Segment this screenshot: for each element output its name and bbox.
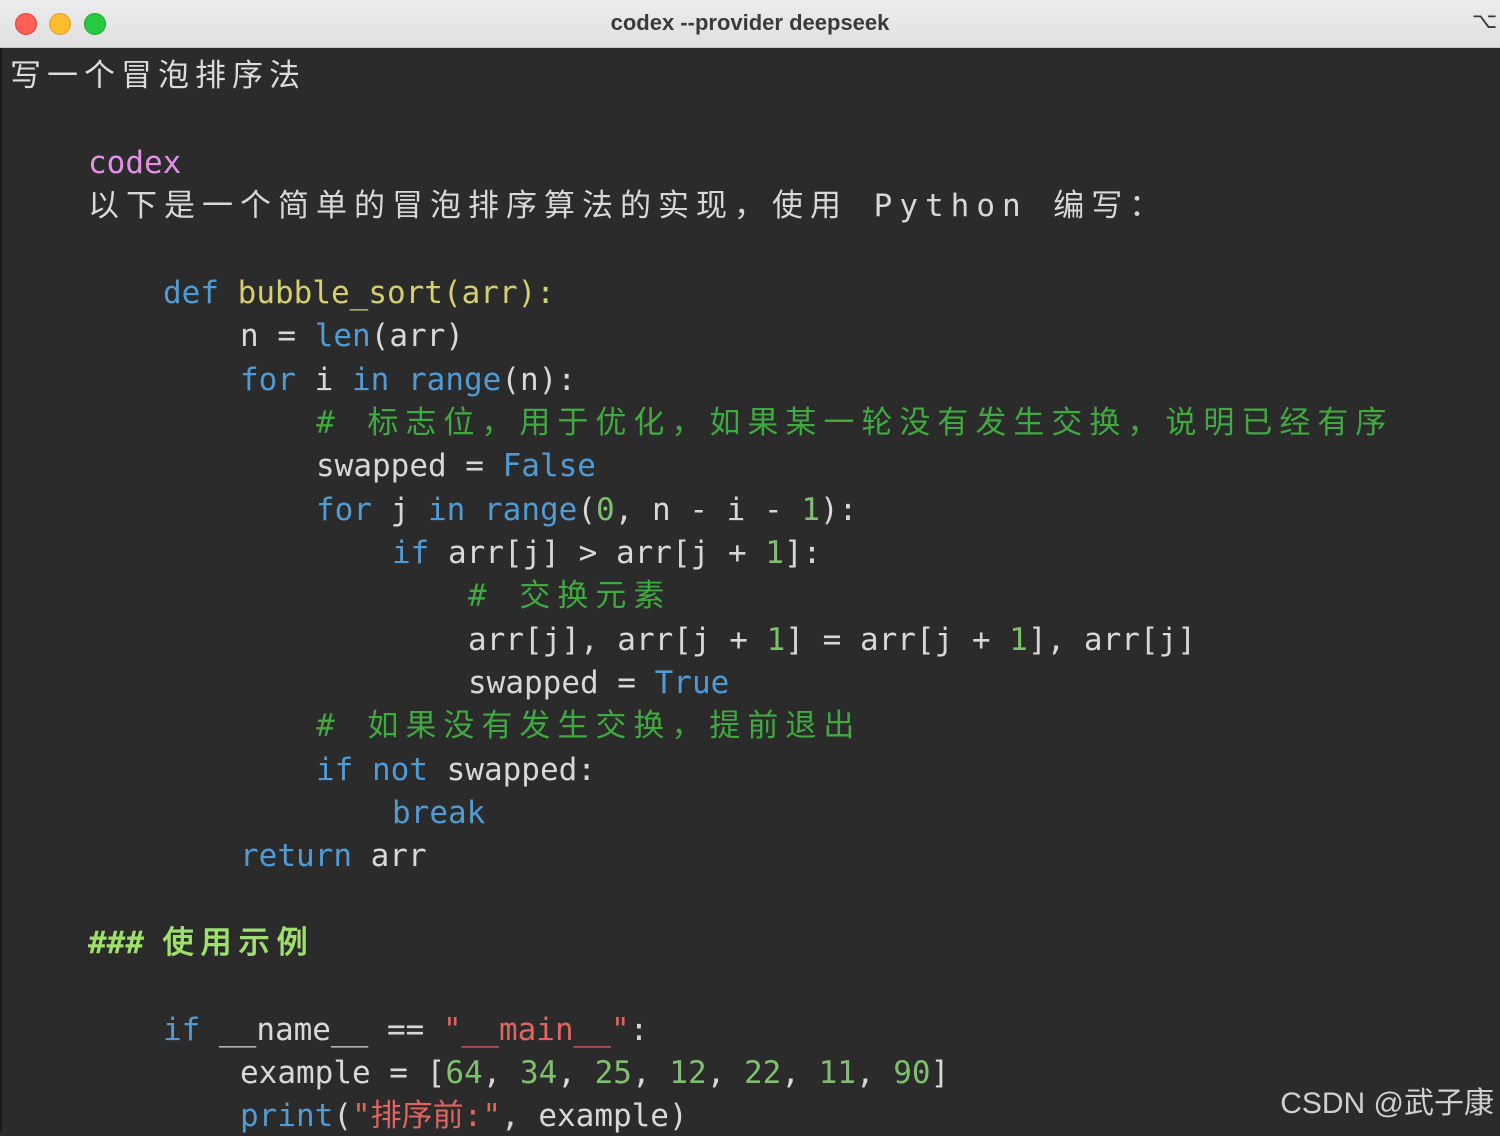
code-text: __name__ == [200,1012,443,1048]
keyword-in: in [352,362,390,398]
code-text: arr [351,838,427,874]
keyword-return: return [240,838,352,874]
code-text: , [631,1055,670,1091]
number-literal: 1 [765,535,784,571]
keyword-if: if [392,535,430,571]
markdown-heading: ### 使用示例 [88,923,315,963]
heading-marker: ### [88,925,144,961]
code-text: , n - i - [614,492,802,528]
code-text: n = [240,318,315,354]
number-literal: 12 [669,1055,707,1091]
code-text: , [706,1055,744,1091]
number-literal: 0 [596,492,615,528]
number-literal: 25 [594,1055,632,1091]
keyword-not: not [353,752,428,788]
code-line-3: for i in range(n): [240,360,576,400]
code-text: swapped = [468,665,655,701]
code-text: ]: [783,535,822,571]
code-text: , [482,1055,520,1091]
code-text: , [781,1055,819,1091]
keyword-break: break [392,795,486,831]
literal-false: False [502,448,596,484]
code-text: ] = arr[j + [785,622,1010,658]
code-text: , [557,1055,595,1091]
code-text: (arr) [370,318,464,354]
string-literal: "__main__" [442,1012,630,1048]
code-line-14: return arr [240,836,427,876]
terminal-output[interactable]: 写一个冒泡排序法 codex 以下是一个简单的冒泡排序算法的实现，使用 Pyth… [0,48,1500,1134]
code-text: ( [577,492,596,528]
code-text: arr[j], arr[j + [468,622,767,658]
code-text: arr[j] > arr[j + [429,535,766,571]
builtin-range: range [408,362,502,398]
string-literal: "排序前:" [352,1098,501,1134]
code-text: (n): [501,362,576,398]
code-line-1: def bubble_sort(arr): [163,273,555,313]
function-signature: bubble_sort(arr): [237,275,555,311]
keyword-for: for [240,362,296,398]
code-line-7: if arr[j] > arr[j + 1]: [392,533,821,573]
code-text: , [855,1055,894,1091]
example-line-2: example = [64, 34, 25, 12, 22, 11, 90] [240,1053,949,1093]
option-command-icon: ⌥⌘ [1472,9,1498,34]
code-comment-2: # 交换元素 [468,578,672,614]
user-prompt: 写一个冒泡排序法 [10,58,306,94]
number-literal: 1 [766,622,786,658]
code-line-2: n = len(arr) [240,316,464,356]
code-text: j [372,492,428,528]
code-comment-3: # 如果没有发生交换，提前退出 [316,708,862,744]
code-line-13: break [392,793,485,833]
number-literal: 11 [818,1055,856,1091]
code-comment-1: # 标志位，用于优化，如果某一轮没有发生交换，说明已经有序 [316,405,1394,441]
code-text: ): [819,492,858,528]
keyword-for: for [316,492,372,528]
csdn-watermark: CSDN @武子康 [1280,1087,1494,1120]
code-line-12: if not swapped: [316,750,596,790]
example-line-3: print("排序前:", example) [240,1096,688,1136]
code-text: example = [ [240,1055,446,1091]
builtin-range: range [484,492,578,528]
literal-true: True [654,665,730,701]
keyword-def: def [163,275,219,311]
example-line-1: if __name__ == "__main__": [163,1010,648,1050]
code-text: swapped: [427,752,596,788]
code-text: ], arr[j] [1027,622,1196,658]
agent-name: codex [88,145,182,181]
number-literal: 1 [801,492,820,528]
code-line-10: swapped = True [468,663,729,703]
code-text: ] [930,1055,950,1091]
builtin-print: print [240,1098,334,1134]
agent-intro: 以下是一个简单的冒泡排序算法的实现，使用 Python 编写： [88,188,1168,224]
number-literal: 34 [519,1055,558,1091]
keyword-if: if [316,752,354,788]
number-literal: 64 [445,1055,483,1091]
code-text: i [296,362,352,398]
window-title: codex --provider deepseek [610,10,890,35]
number-literal: 90 [893,1055,931,1091]
number-literal: 1 [1009,622,1028,658]
code-line-6: for j in range(0, n - i - 1): [316,490,857,530]
code-text: swapped = [316,448,503,484]
keyword-if: if [163,1012,201,1048]
title-bar: codex --provider deepseek ⌥⌘ [0,0,1500,48]
code-text: , example) [501,1098,688,1134]
code-line-9: arr[j], arr[j + 1] = arr[j + 1], arr[j] [468,620,1196,660]
heading-text: 使用示例 [162,925,315,961]
keyword-in: in [428,492,466,528]
code-line-5: swapped = False [316,446,596,486]
builtin-len: len [314,318,371,354]
code-text: : [629,1012,649,1048]
number-literal: 22 [743,1055,782,1091]
code-text: ( [333,1098,352,1134]
